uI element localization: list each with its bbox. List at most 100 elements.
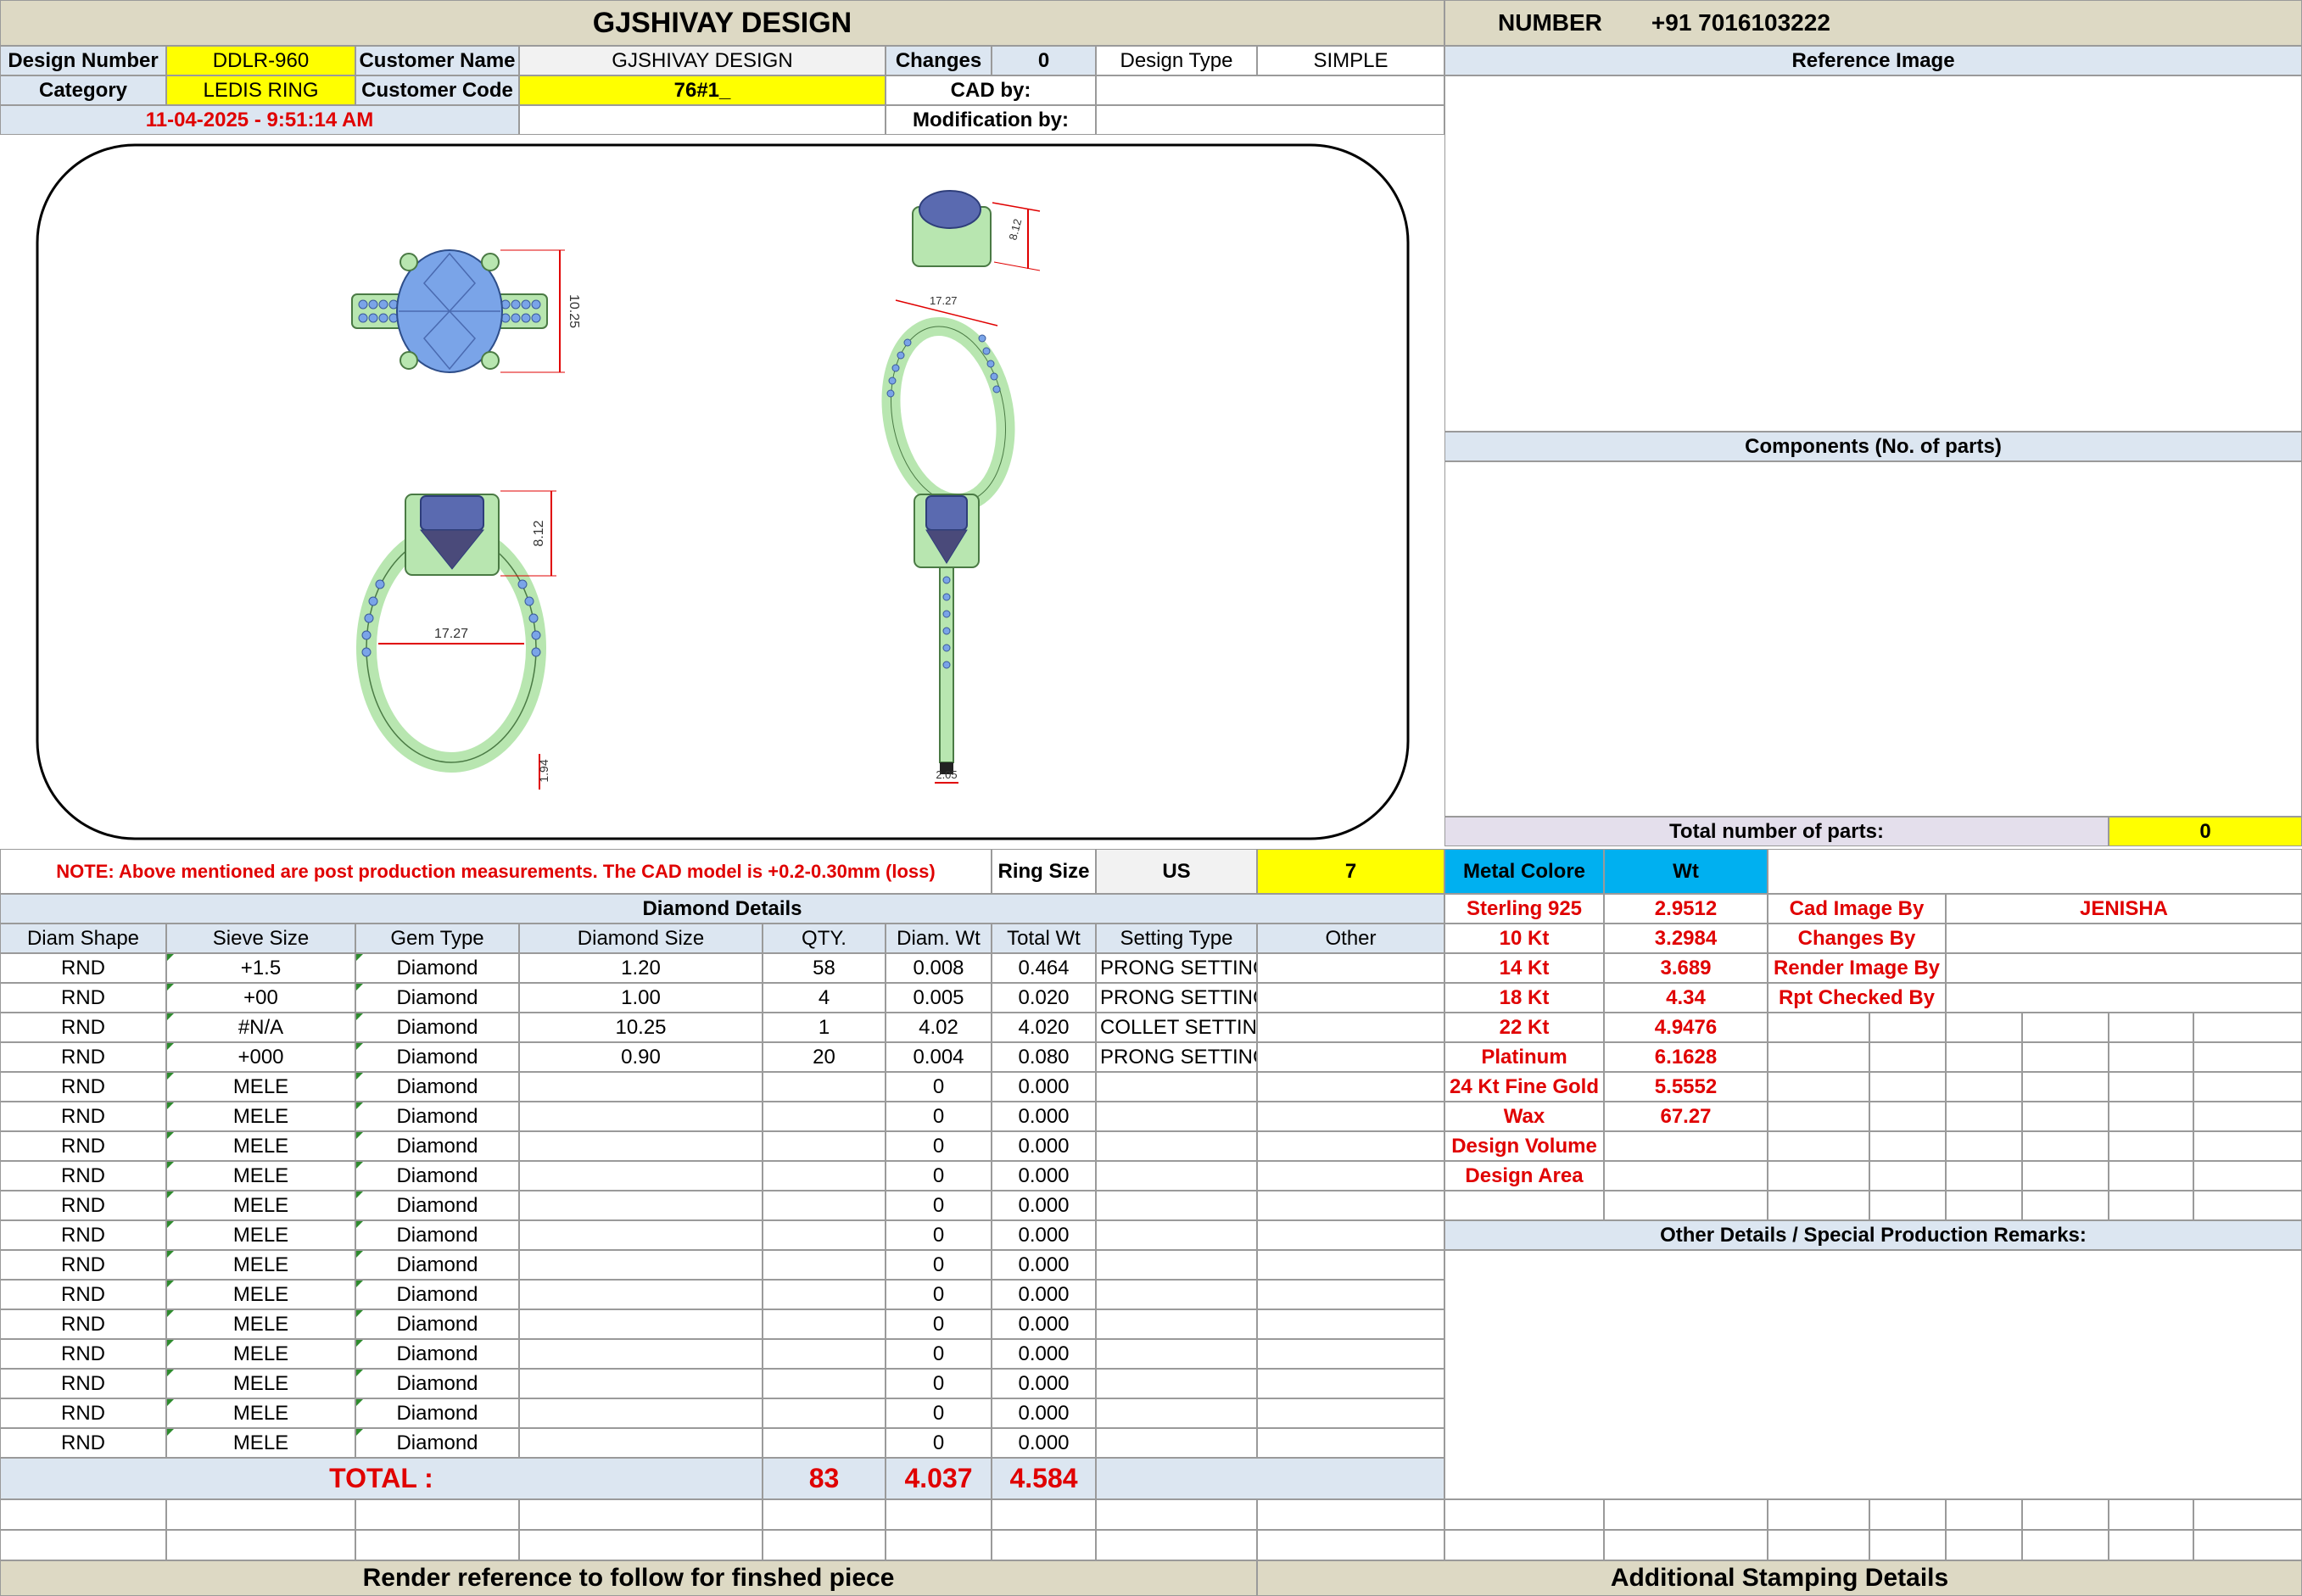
diamond-table-cell: MELE <box>166 1220 355 1250</box>
total-parts-label: Total number of parts: <box>1444 817 2109 846</box>
diamond-table-cell: 0.000 <box>992 1280 1096 1309</box>
blank-cell <box>2022 1499 2109 1530</box>
blank-cell <box>1768 1072 1869 1102</box>
total-wt: 4.584 <box>992 1458 1096 1499</box>
total-label: TOTAL : <box>0 1458 763 1499</box>
contact-number: NUMBER +91 7016103222 <box>1444 0 2302 46</box>
diamond-table-cell: Diamond <box>355 1220 519 1250</box>
credit-value: JENISHA <box>1946 894 2302 924</box>
blank-cell <box>355 1499 519 1530</box>
metal-name: Design Area <box>1444 1161 1604 1191</box>
customer-name-value: GJSHIVAY DESIGN <box>519 46 886 75</box>
diamond-table-cell: 0.080 <box>992 1042 1096 1072</box>
diamond-table-cell <box>1096 1309 1257 1339</box>
blank-cell <box>2109 1161 2193 1191</box>
diamond-table-cell <box>763 1072 886 1102</box>
diamond-table-cell: 58 <box>763 953 886 983</box>
blank-cell <box>2022 1013 2109 1042</box>
diamond-table-cell: RND <box>0 1191 166 1220</box>
diamond-table-cell: 1.00 <box>519 983 763 1013</box>
diamond-table-cell <box>1257 1161 1444 1191</box>
blank-cell <box>2193 1131 2302 1161</box>
blank-cell <box>2022 1072 2109 1102</box>
diamond-table-cell <box>519 1072 763 1102</box>
diamond-table-cell: 0.000 <box>992 1102 1096 1131</box>
diamond-table-cell: RND <box>0 983 166 1013</box>
blank-cell <box>1946 1013 2022 1042</box>
diamond-table-cell: 0.000 <box>992 1161 1096 1191</box>
dimension-label: 10.25 <box>567 294 581 328</box>
diamond-table-cell: 0.005 <box>886 983 992 1013</box>
metal-weight: 67.27 <box>1604 1102 1768 1131</box>
blank-cell <box>1768 1530 1869 1560</box>
blank-cell <box>1946 1191 2022 1220</box>
blank-cell <box>992 1530 1096 1560</box>
diamond-table-cell: RND <box>0 1398 166 1428</box>
dimension-label: 17.27 <box>434 627 468 641</box>
blank-cell <box>763 1499 886 1530</box>
diamond-table-cell <box>1257 953 1444 983</box>
diamond-table-cell: 4.02 <box>886 1013 992 1042</box>
diamond-table-cell <box>1096 1102 1257 1131</box>
metal-name: 22 Kt <box>1444 1013 1604 1042</box>
credit-value <box>1946 983 2302 1013</box>
blank-cell <box>2109 1530 2193 1560</box>
blank-cell <box>1444 1530 1604 1560</box>
diamond-table-cell <box>1257 1220 1444 1250</box>
diamond-table-cell: 20 <box>763 1042 886 1072</box>
diamond-table-cell: 0 <box>886 1369 992 1398</box>
blank-cell <box>1869 1191 1946 1220</box>
blank-cell <box>1257 1530 1444 1560</box>
diamond-table-cell: 0.000 <box>992 1220 1096 1250</box>
metal-weight: 4.34 <box>1604 983 1768 1013</box>
diamond-table-cell: Diamond <box>355 1250 519 1280</box>
diamond-table-cell <box>1257 1280 1444 1309</box>
design-sheet: GJSHIVAY DESIGN NUMBER +91 7016103222 De… <box>0 0 2302 1596</box>
blank-cell <box>2022 1131 2109 1161</box>
diamond-table-cell <box>1096 1250 1257 1280</box>
customer-name-label: Customer Name <box>355 46 519 75</box>
diamond-table-cell: 0 <box>886 1072 992 1102</box>
blank-cell <box>1444 1191 1604 1220</box>
blank-cell <box>1946 1042 2022 1072</box>
blank-cell <box>1869 1102 1946 1131</box>
diamond-table-cell <box>763 1161 886 1191</box>
dimension-label: 1.94 <box>537 759 550 782</box>
ring-size-label: Ring Size <box>992 849 1096 894</box>
blank-cell <box>1869 1499 1946 1530</box>
diamond-table-cell: 1 <box>763 1013 886 1042</box>
diamond-table-cell <box>519 1220 763 1250</box>
diamond-table-cell: MELE <box>166 1428 355 1458</box>
blank-cell <box>1604 1530 1768 1560</box>
blank-cell <box>1768 849 2302 894</box>
diamond-table-cell: MELE <box>166 1161 355 1191</box>
diamond-table-cell: 0 <box>886 1161 992 1191</box>
render-reference-footer: Render reference to follow for finshed p… <box>0 1560 1257 1596</box>
metal-weight <box>1604 1131 1768 1161</box>
diamond-table-cell: RND <box>0 1161 166 1191</box>
metal-name: 10 Kt <box>1444 924 1604 953</box>
blank-cell <box>1869 1131 1946 1161</box>
diamond-table-cell: 0.004 <box>886 1042 992 1072</box>
design-number-label: Design Number <box>0 46 166 75</box>
diamond-table-cell <box>763 1309 886 1339</box>
diamond-table-cell <box>763 1369 886 1398</box>
diamond-table-cell: RND <box>0 1369 166 1398</box>
diamond-table-cell: Diamond <box>355 1191 519 1220</box>
blank-cell <box>886 1530 992 1560</box>
blank-cell <box>1946 1102 2022 1131</box>
diamond-table-cell: 0 <box>886 1398 992 1428</box>
diamond-table-cell <box>763 1191 886 1220</box>
diamond-table-cell: +000 <box>166 1042 355 1072</box>
diamond-table-cell: RND <box>0 1042 166 1072</box>
diamond-table-cell <box>763 1398 886 1428</box>
diamond-table-cell: 0 <box>886 1191 992 1220</box>
metal-name: Wax <box>1444 1102 1604 1131</box>
blank-cell <box>1257 1499 1444 1530</box>
diamond-table-cell: 0.000 <box>992 1191 1096 1220</box>
blank-cell <box>2193 1013 2302 1042</box>
diamond-table-cell: MELE <box>166 1398 355 1428</box>
diamond-table-cell <box>1257 1131 1444 1161</box>
diamond-table-cell: MELE <box>166 1250 355 1280</box>
blank-cell <box>2022 1042 2109 1072</box>
